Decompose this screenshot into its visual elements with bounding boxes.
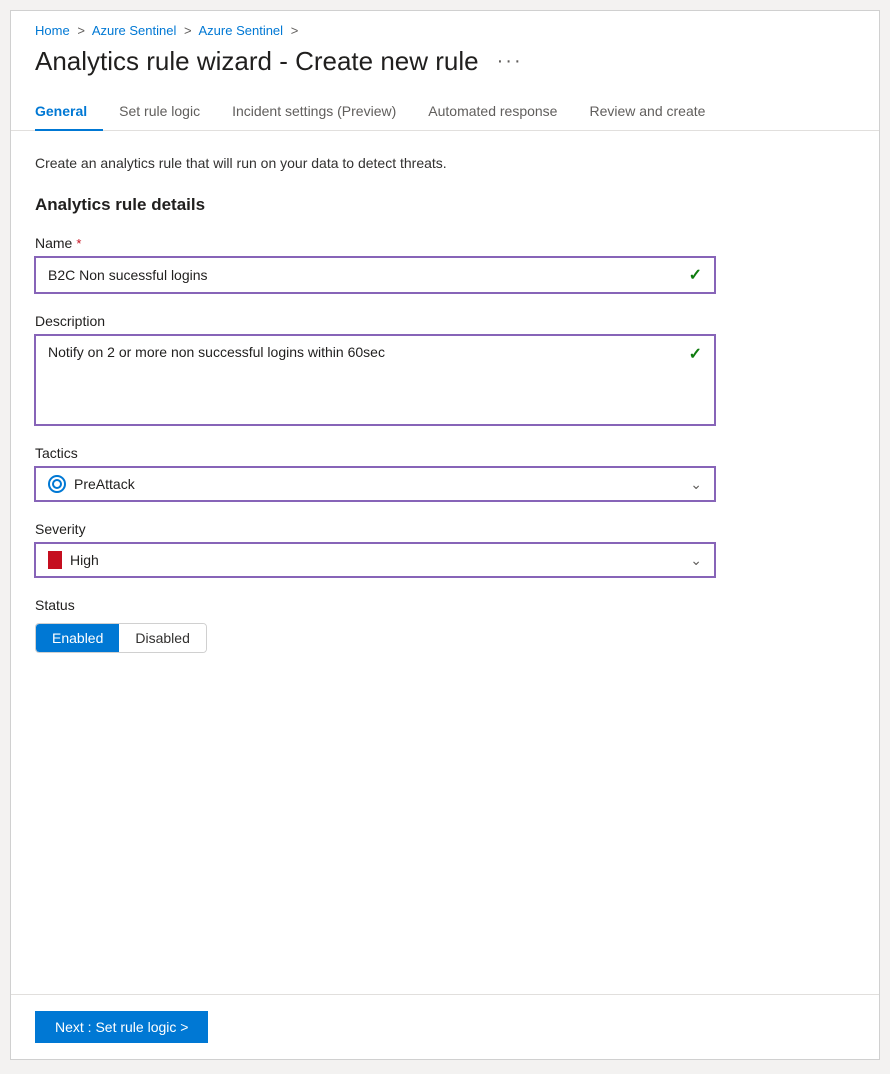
status-enabled-button[interactable]: Enabled	[36, 624, 119, 652]
tactics-label-text: Tactics	[35, 445, 78, 461]
severity-chevron-icon: ⌄	[690, 552, 702, 569]
tab-incident-settings[interactable]: Incident settings (Preview)	[216, 93, 412, 131]
description-input-value: Notify on 2 or more non successful login…	[48, 344, 385, 360]
severity-select-left: High	[48, 551, 99, 569]
breadcrumb-sep-2: >	[184, 23, 192, 38]
name-label: Name *	[35, 235, 855, 251]
breadcrumb-sep-1: >	[77, 23, 85, 38]
tactics-field-group: Tactics PreAttack ⌄	[35, 445, 855, 501]
description-valid-icon: ✓	[689, 344, 702, 364]
page-title: Analytics rule wizard - Create new rule	[35, 46, 479, 77]
name-label-text: Name	[35, 235, 72, 251]
breadcrumb-home[interactable]: Home	[35, 23, 70, 38]
breadcrumb-azure-sentinel-2[interactable]: Azure Sentinel	[199, 23, 284, 38]
status-field-group: Status Enabled Disabled	[35, 597, 855, 653]
tactics-select-left: PreAttack	[48, 475, 135, 493]
next-button[interactable]: Next : Set rule logic >	[35, 1011, 208, 1043]
tab-review-create[interactable]: Review and create	[573, 93, 721, 131]
status-disabled-button[interactable]: Disabled	[119, 624, 205, 652]
name-required-star: *	[76, 236, 81, 251]
tactics-value: PreAttack	[74, 476, 135, 492]
ellipsis-button[interactable]: ···	[491, 48, 529, 75]
description-field-group: Description Notify on 2 or more non succ…	[35, 313, 855, 425]
severity-select[interactable]: High ⌄	[35, 543, 715, 577]
page-description: Create an analytics rule that will run o…	[35, 155, 855, 171]
severity-value: High	[70, 552, 99, 568]
severity-label: Severity	[35, 521, 855, 537]
description-input[interactable]: Notify on 2 or more non successful login…	[35, 335, 715, 425]
page-header: Analytics rule wizard - Create new rule …	[11, 42, 879, 93]
tactics-label: Tactics	[35, 445, 855, 461]
tab-general[interactable]: General	[35, 93, 103, 131]
tactics-icon	[48, 475, 66, 493]
description-label-text: Description	[35, 313, 105, 329]
tactics-select[interactable]: PreAttack ⌄	[35, 467, 715, 501]
name-input-value: B2C Non sucessful logins	[48, 267, 208, 283]
status-toggle-group: Enabled Disabled	[35, 623, 207, 653]
status-label: Status	[35, 597, 855, 613]
section-title: Analytics rule details	[35, 195, 855, 215]
tab-automated-response[interactable]: Automated response	[412, 93, 573, 131]
description-label: Description	[35, 313, 855, 329]
tab-set-rule-logic[interactable]: Set rule logic	[103, 93, 216, 131]
name-field-group: Name * B2C Non sucessful logins ✓	[35, 235, 855, 293]
breadcrumb-azure-sentinel-1[interactable]: Azure Sentinel	[92, 23, 177, 38]
tactics-chevron-icon: ⌄	[690, 476, 702, 493]
tab-bar: General Set rule logic Incident settings…	[11, 93, 879, 131]
main-window: Home > Azure Sentinel > Azure Sentinel >…	[10, 10, 880, 1060]
severity-label-text: Severity	[35, 521, 86, 537]
breadcrumb: Home > Azure Sentinel > Azure Sentinel >	[11, 11, 879, 42]
name-input[interactable]: B2C Non sucessful logins ✓	[35, 257, 715, 293]
name-valid-icon: ✓	[689, 265, 702, 285]
severity-icon	[48, 551, 62, 569]
breadcrumb-sep-3: >	[291, 23, 299, 38]
severity-field-group: Severity High ⌄	[35, 521, 855, 577]
content-area: Create an analytics rule that will run o…	[11, 131, 879, 994]
footer: Next : Set rule logic >	[11, 994, 879, 1059]
status-label-text: Status	[35, 597, 75, 613]
